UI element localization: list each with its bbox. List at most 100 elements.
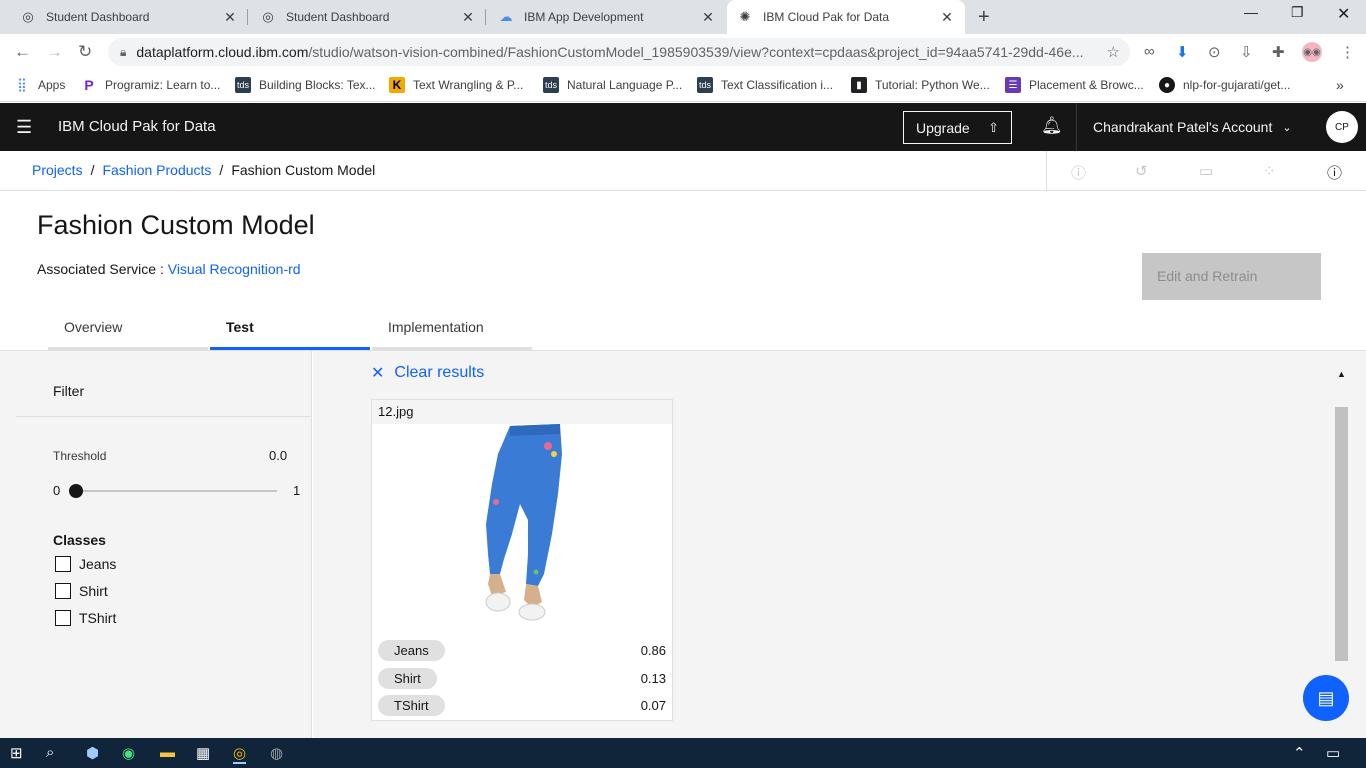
bookmark-label: Placement & Browc... [1029,78,1144,92]
clear-results-button[interactable]: ✕ Clear results [371,363,484,383]
class-score: 0.86 [640,643,666,658]
threshold-value[interactable]: 0.0 [269,448,287,463]
file-name: 12.jpg [372,400,672,424]
programiz-icon: P [81,77,97,93]
breadcrumb-projects-link[interactable]: Projects [32,162,83,178]
bookmark-item[interactable]: K Text Wrangling & P... [389,77,523,93]
close-tab-icon[interactable]: ✕ [460,9,476,26]
reload-icon[interactable]: ↻ [78,42,92,62]
filter-heading: Filter [53,383,85,399]
qr-app-icon[interactable]: ▦ [196,744,210,762]
chat-button[interactable]: ▤ [1303,675,1349,721]
arrow-down-icon[interactable]: ⇩ [1240,43,1253,61]
map-pin-app-icon[interactable]: ◉ [122,744,135,762]
file-explorer-icon[interactable]: ▬ [160,744,175,761]
score-row: Jeans 0.86 [378,640,666,661]
browser-tab[interactable]: ◎ Student Dashboard ✕ [248,0,486,34]
checkbox[interactable] [55,610,71,626]
info-icon[interactable]: ⓘ [1071,162,1086,183]
os-taskbar: ⊞ ⌕ ⬢ ◉ ▬ ▦ ◎ ◍ ⌃ ▭ [0,738,1366,768]
avatar[interactable]: CP [1326,111,1358,143]
history-icon[interactable]: ↺ [1135,162,1148,180]
tray-chevron-up-icon[interactable]: ⌃ [1293,744,1306,762]
glasses-extension-icon[interactable]: ∞ [1144,43,1155,60]
checkbox[interactable] [55,583,71,599]
more-bookmarks-icon[interactable]: » [1336,77,1344,93]
bookmark-icon: ▮ [851,77,867,93]
globe-icon: ◎ [22,9,34,24]
bookmark-label: Text Classification i... [721,78,834,92]
minimize-icon[interactable]: — [1244,4,1258,20]
browser-tab[interactable]: ◎ Student Dashboard ✕ [0,0,248,34]
globe-icon: ◎ [262,9,274,24]
browser-tab-active[interactable]: ✺ IBM Cloud Pak for Data ✕ [727,0,965,34]
chat-icon: ▤ [1317,687,1335,708]
url-path: /studio/watson-vision-combined/FashionCu… [308,44,1084,60]
hamburger-menu-icon[interactable]: ☰ [16,117,32,138]
forward-icon[interactable]: → [46,42,63,62]
comment-icon[interactable]: ▭ [1199,162,1213,180]
help-icon[interactable]: ⓘ [1327,162,1342,183]
close-tab-icon[interactable]: ✕ [700,9,716,26]
chevron-down-icon: ⌄ [1282,121,1292,134]
result-card: 12.jpg Jeans 0.86 Shirt 0.13 TShirt 0.07 [371,399,673,721]
scrollbar[interactable] [1335,407,1348,661]
star-icon[interactable]: ☆ [1107,43,1120,61]
threshold-slider-track[interactable] [77,490,277,492]
bookmark-item[interactable]: ● nlp-for-gujarati/get... [1159,77,1290,93]
bookmark-item[interactable]: ⣿ Apps [14,77,65,93]
bookmark-item[interactable]: ▮ Tutorial: Python We... [851,77,990,93]
breadcrumb-project-link[interactable]: Fashion Products [102,162,211,178]
leggings-image [485,424,562,621]
scroll-up-arrow-icon[interactable]: ▲ [1337,369,1346,379]
close-window-icon[interactable]: ✕ [1337,4,1350,24]
ibm-cloud-pak-icon: ✺ [739,9,751,24]
tab-title: IBM Cloud Pak for Data [763,10,890,24]
bookmark-item[interactable]: P Programiz: Learn to... [81,77,220,93]
search-icon[interactable]: ⌕ [46,744,54,761]
edit-and-retrain-button[interactable]: Edit and Retrain [1142,253,1321,300]
tab-overview[interactable]: Overview [48,311,208,350]
threshold-slider-handle[interactable] [69,484,83,498]
upgrade-button[interactable]: Upgrade ⇧ [903,111,1012,144]
tab-test[interactable]: Test [210,311,370,350]
notification-center-icon[interactable]: ▭ [1326,744,1340,762]
browser-app-icon[interactable]: ◍ [270,744,283,762]
toolbar: ⓘ ↺ ▭ ⁘ ⓘ [1046,151,1366,191]
upgrade-arrow-icon: ⇧ [988,119,999,135]
new-tab-icon[interactable]: + [978,6,990,29]
breadcrumb: Projects / Fashion Products / Fashion Custom… [32,162,376,178]
restore-icon[interactable]: ❐ [1291,4,1304,21]
account-switcher[interactable]: Chandrakant Patel's Account ⌄ [1076,103,1306,151]
profile-icon[interactable]: ◉◉ [1302,42,1322,62]
class-checkbox-jeans[interactable]: Jeans [55,556,116,572]
bookmark-label: Apps [38,78,66,92]
bookmark-item[interactable]: ☰ Placement & Browc... [1005,77,1144,93]
browser-tab[interactable]: ☁ IBM App Development ✕ [486,0,726,34]
checkbox[interactable] [55,556,71,572]
apps-icon[interactable]: ⁘ [1263,162,1276,180]
bookmark-label: Programiz: Learn to... [105,78,221,92]
cube-app-icon[interactable]: ⬢ [86,744,99,762]
breadcrumb-current: Fashion Custom Model [231,162,376,178]
circle-download-icon[interactable]: ⊙ [1208,43,1221,61]
download-extension-icon[interactable]: ⬇ [1176,43,1189,61]
chrome-icon[interactable]: ◎ [233,744,247,764]
back-icon[interactable]: ← [14,42,31,62]
close-tab-icon[interactable]: ✕ [222,9,238,26]
form-icon: ☰ [1005,77,1021,93]
bookmark-item[interactable]: tds Building Blocks: Tex... [235,77,376,93]
class-checkbox-shirt[interactable]: Shirt [55,583,108,599]
bookmark-item[interactable]: tds Natural Language P... [543,77,682,93]
close-tab-icon[interactable]: ✕ [939,9,955,26]
kebab-menu-icon[interactable]: ⋮ [1340,43,1355,61]
url-input[interactable]: 🔒︎ dataplatform.cloud.ibm.com /studio/wa… [108,38,1130,66]
puzzle-icon[interactable]: ✚ [1272,43,1285,61]
class-checkbox-tshirt[interactable]: TShirt [55,610,116,626]
associated-service-link[interactable]: Visual Recognition-rd [168,261,301,277]
bookmark-item[interactable]: tds Text Classification i... [697,77,833,93]
tab-title: Student Dashboard [46,10,150,24]
notification-bell-icon[interactable]: 🔔︎ [1041,116,1063,136]
tab-implementation[interactable]: Implementation [372,311,532,350]
windows-start-icon[interactable]: ⊞ [10,744,23,762]
